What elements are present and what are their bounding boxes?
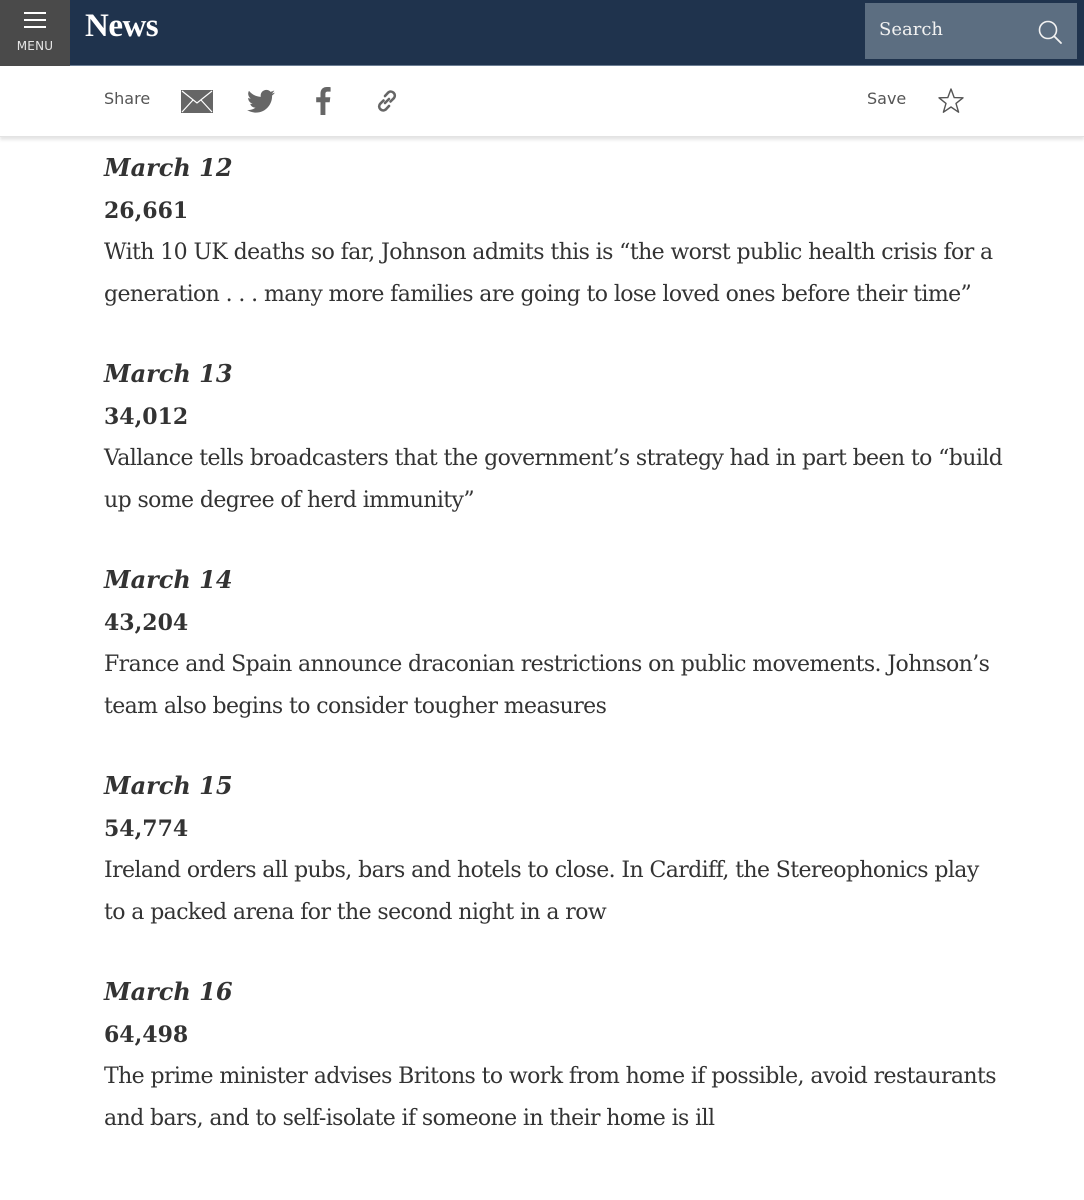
entry-case-count: 43,204: [104, 610, 189, 636]
top-navigation-bar: MENU News Search: [0, 0, 1084, 66]
timeline-entry: March 12 26,661 With 10 UK deaths so far…: [104, 150, 1004, 316]
entry-description: Ireland orders all pubs, bars and hotels…: [104, 858, 979, 925]
save-button[interactable]: Save: [867, 89, 906, 108]
entry-case-count: 64,498: [104, 1022, 189, 1048]
entry-description: With 10 UK deaths so far, Johnson admits…: [104, 240, 993, 307]
entry-case-count: 26,661: [104, 198, 189, 224]
entry-description: The prime minister advises Britons to wo…: [104, 1064, 997, 1131]
mail-icon[interactable]: [181, 90, 213, 113]
facebook-icon[interactable]: [315, 87, 331, 115]
entry-case-count: 34,012: [104, 404, 189, 430]
entry-description: France and Spain announce draconian rest…: [104, 652, 990, 719]
twitter-icon[interactable]: [247, 89, 275, 114]
share-label: Share: [104, 89, 151, 108]
brand-logo[interactable]: News: [85, 8, 159, 45]
timeline-entry: March 13 34,012 Vallance tells broadcast…: [104, 356, 1004, 522]
search-input[interactable]: Search: [865, 3, 1077, 59]
entry-date: March 12: [104, 153, 233, 182]
timeline-entry: March 15 54,774 Ireland orders all pubs,…: [104, 768, 1004, 934]
entry-date: March 14: [104, 565, 233, 594]
search-icon[interactable]: [1037, 19, 1063, 45]
menu-button[interactable]: MENU: [0, 0, 70, 66]
entry-case-count: 54,774: [104, 816, 189, 842]
article-timeline: March 12 26,661 With 10 UK deaths so far…: [104, 150, 1004, 1180]
entry-date: March 15: [104, 771, 233, 800]
hamburger-icon: [24, 12, 46, 28]
timeline-entry: March 14 43,204 France and Spain announc…: [104, 562, 1004, 728]
search-placeholder: Search: [879, 19, 943, 40]
star-icon[interactable]: [937, 87, 965, 115]
menu-label: MENU: [16, 39, 54, 53]
entry-date: March 13: [104, 359, 233, 388]
link-icon[interactable]: [374, 88, 400, 114]
share-toolbar: Share Save: [0, 67, 1084, 137]
timeline-entry: March 16 64,498 The prime minister advis…: [104, 974, 1004, 1140]
entry-date: March 16: [104, 977, 233, 1006]
entry-description: Vallance tells broadcasters that the gov…: [104, 446, 1003, 513]
